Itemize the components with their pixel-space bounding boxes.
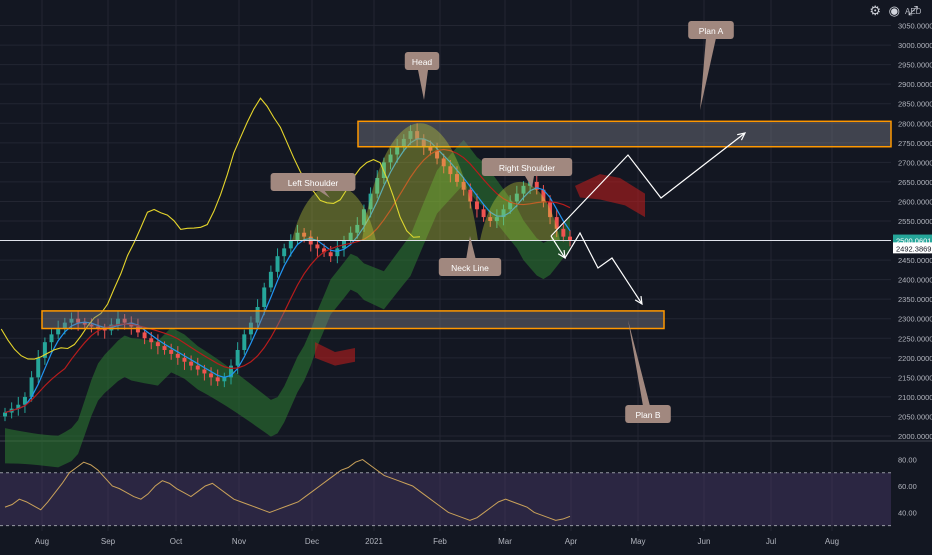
candle-body	[169, 350, 174, 354]
candle-body	[56, 328, 61, 335]
rsi-tick-label: 40.00	[898, 508, 917, 517]
price-tick-label: 2900.0000	[898, 80, 932, 89]
candle-body	[474, 201, 479, 210]
callout-left-shoulder-label: Left Shoulder	[288, 178, 339, 188]
price-tick-label: 2700.0000	[898, 158, 932, 167]
chart-svg: Plan A Head Left Shoulder Right Shoulder Nec…	[0, 0, 932, 550]
candle-body	[275, 256, 280, 272]
callout-neck-line-label: Neck Line	[451, 263, 489, 273]
price-tick-label: 2450.0000	[898, 256, 932, 265]
price-tick-label: 2100.0000	[898, 393, 932, 402]
candle-body	[242, 334, 247, 350]
rsi-tick-label: 80.00	[898, 456, 917, 465]
candle-body	[155, 342, 160, 347]
time-tick-label: Mar	[498, 537, 512, 546]
price-tick-label: 2650.0000	[898, 178, 932, 187]
time-tick-label: Apr	[565, 537, 578, 546]
candle-body	[142, 332, 147, 339]
candle-body	[235, 350, 240, 366]
time-tick-label: Jun	[698, 537, 711, 546]
candle-body	[282, 248, 287, 257]
candle-body	[315, 244, 320, 249]
price-tick-label: 2350.0000	[898, 295, 932, 304]
camera-icon[interactable]: ◉	[889, 3, 900, 18]
callout-right-shoulder-label: Right Shoulder	[499, 163, 555, 173]
candle-body	[49, 334, 54, 343]
chart-canvas[interactable]: Plan A Head Left Shoulder Right Shoulder Nec…	[0, 0, 932, 550]
time-tick-label: Aug	[35, 537, 49, 546]
time-tick-label: May	[630, 537, 645, 546]
candle-body	[36, 357, 41, 378]
time-tick-label: Nov	[232, 537, 246, 546]
time-tick-label: 2021	[365, 537, 383, 546]
price-tick-label: 2150.0000	[898, 373, 932, 382]
candle-body	[175, 353, 180, 358]
candle-body	[215, 377, 220, 382]
price-tick-label: 3000.0000	[898, 41, 932, 50]
time-tick-label: Jul	[766, 537, 776, 546]
price-tick-label: 2000.0000	[898, 432, 932, 441]
settings-icon[interactable]: ⚙	[869, 3, 881, 18]
candle-body	[195, 365, 200, 370]
candle-body	[182, 357, 187, 362]
currency-label: AED	[905, 7, 922, 16]
price-tick-label: 2300.0000	[898, 315, 932, 324]
candle-body	[3, 412, 7, 417]
candle-body	[328, 252, 333, 257]
support-zone	[41, 310, 665, 330]
price-tick-label: 2200.0000	[898, 354, 932, 363]
time-tick-label: Aug	[825, 537, 839, 546]
price-tick-label: 2750.0000	[898, 139, 932, 148]
candle-body	[202, 369, 207, 374]
rsi-tick-label: 60.00	[898, 482, 917, 491]
candle-body	[209, 373, 214, 378]
candle-body	[288, 240, 293, 249]
time-tick-label: Feb	[433, 537, 447, 546]
crosshair-price-label: 2492.3869	[896, 244, 931, 253]
price-tick-label: 2600.0000	[898, 197, 932, 206]
rsi-band	[0, 472, 891, 526]
candle-body	[568, 236, 572, 241]
candle-body	[149, 338, 154, 343]
time-tick-label: Sep	[101, 537, 116, 546]
candle-body	[268, 271, 273, 288]
price-tick-label: 2550.0000	[898, 217, 932, 226]
price-tick-label: 2950.0000	[898, 61, 932, 70]
candle-body	[335, 248, 340, 257]
price-tick-label: 2400.0000	[898, 276, 932, 285]
price-tick-label: 2250.0000	[898, 334, 932, 343]
time-tick-label: Oct	[170, 537, 183, 546]
candle-body	[561, 228, 566, 237]
price-tick-label: 3050.0000	[898, 22, 932, 31]
time-tick-label: Dec	[305, 537, 319, 546]
candle-body	[262, 287, 267, 307]
callout-plan-a-label: Plan A	[699, 26, 724, 36]
candle-body	[162, 346, 167, 350]
callout-head-label: Head	[412, 57, 433, 67]
callout-plan-b-label: Plan B	[635, 410, 660, 420]
price-tick-label: 2800.0000	[898, 119, 932, 128]
price-tick-label: 2050.0000	[898, 412, 932, 421]
price-tick-label: 2850.0000	[898, 100, 932, 109]
candle-body	[481, 209, 486, 218]
candle-body	[189, 361, 194, 366]
